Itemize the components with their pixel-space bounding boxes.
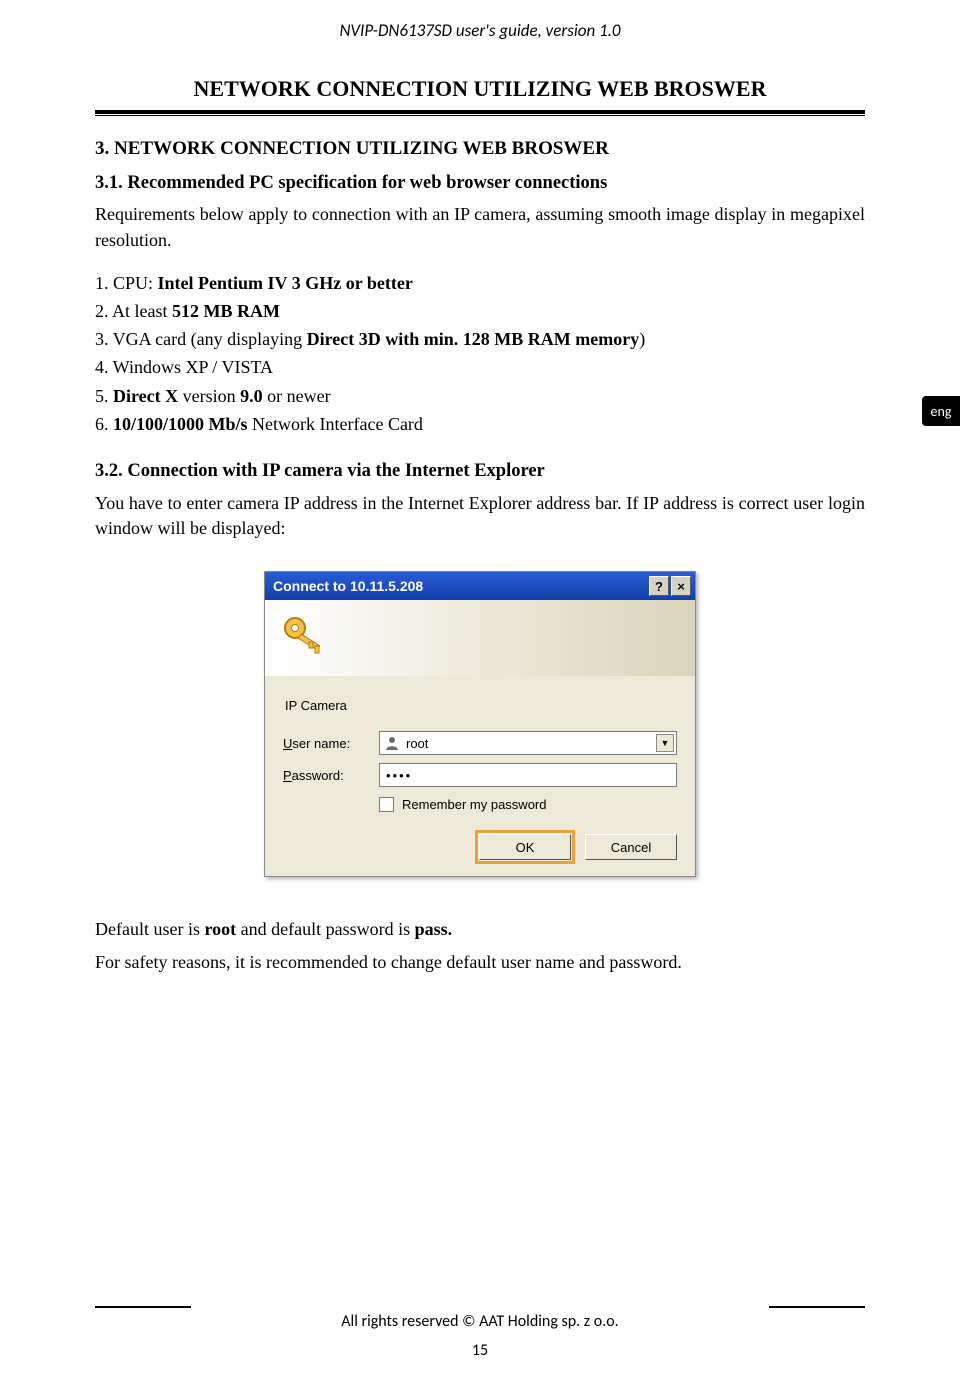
language-tab[interactable]: eng	[922, 396, 960, 426]
doc-header-title: NVIP-DN6137SD user's guide, version 1.0	[95, 20, 865, 41]
heading-3-2: 3.2. Connection with IP camera via the I…	[95, 459, 865, 485]
dialog-title: Connect to 10.11.5.208	[273, 578, 649, 594]
spec-6: 6. 10/100/1000 Mb/s Network Interface Ca…	[95, 412, 865, 437]
safety-note: For safety reasons, it is recommended to…	[95, 950, 865, 975]
help-button[interactable]: ?	[649, 576, 669, 596]
spec-2: 2. At least 512 MB RAM	[95, 299, 865, 324]
default-creds-note: Default user is root and default passwor…	[95, 917, 865, 942]
username-label: User name:	[283, 736, 379, 751]
dialog-titlebar[interactable]: Connect to 10.11.5.208 ? ×	[265, 572, 695, 600]
help-icon: ?	[655, 579, 663, 594]
language-label: eng	[931, 403, 952, 420]
close-icon: ×	[677, 579, 685, 594]
para-3-2: You have to enter camera IP address in t…	[95, 491, 865, 541]
username-combobox[interactable]: root ▼	[379, 731, 677, 755]
spec-5: 5. Direct X version 9.0 or newer	[95, 384, 865, 409]
remember-label: Remember my password	[402, 797, 547, 812]
spec-1: 1. CPU: Intel Pentium IV 3 GHz or better	[95, 271, 865, 296]
heading-3-1: 3.1. Recommended PC specification for we…	[95, 171, 865, 197]
password-value: ••••	[386, 768, 412, 783]
ok-button-label: OK	[516, 840, 535, 855]
heading-3: 3. NETWORK CONNECTION UTILIZING WEB BROS…	[95, 136, 865, 163]
keys-icon	[277, 612, 329, 664]
cancel-button[interactable]: Cancel	[585, 834, 677, 860]
password-input[interactable]: ••••	[379, 763, 677, 787]
spec-list: 1. CPU: Intel Pentium IV 3 GHz or better…	[95, 271, 865, 437]
person-icon	[384, 735, 400, 751]
section-divider	[95, 110, 865, 116]
password-label: Password:	[283, 768, 379, 783]
cancel-button-label: Cancel	[611, 840, 651, 855]
footer-rights: All rights reserved © AAT Holding sp. z …	[0, 1312, 960, 1331]
login-dialog: Connect to 10.11.5.208 ? ×	[264, 571, 696, 877]
dialog-banner	[265, 600, 695, 676]
spec-3: 3. VGA card (any displaying Direct 3D wi…	[95, 327, 865, 352]
footer-rules	[0, 1306, 960, 1308]
username-value: root	[406, 736, 428, 751]
page-section-title: NETWORK CONNECTION UTILIZING WEB BROSWER	[95, 76, 865, 102]
page-number: 15	[0, 1341, 960, 1360]
para-3-1: Requirements below apply to connection w…	[95, 202, 865, 252]
close-button[interactable]: ×	[671, 576, 691, 596]
dialog-prompt: IP Camera	[285, 698, 677, 713]
chevron-down-icon[interactable]: ▼	[656, 734, 674, 752]
spec-4: 4. Windows XP / VISTA	[95, 355, 865, 380]
ok-button[interactable]: OK	[479, 834, 571, 860]
remember-checkbox[interactable]	[379, 797, 394, 812]
